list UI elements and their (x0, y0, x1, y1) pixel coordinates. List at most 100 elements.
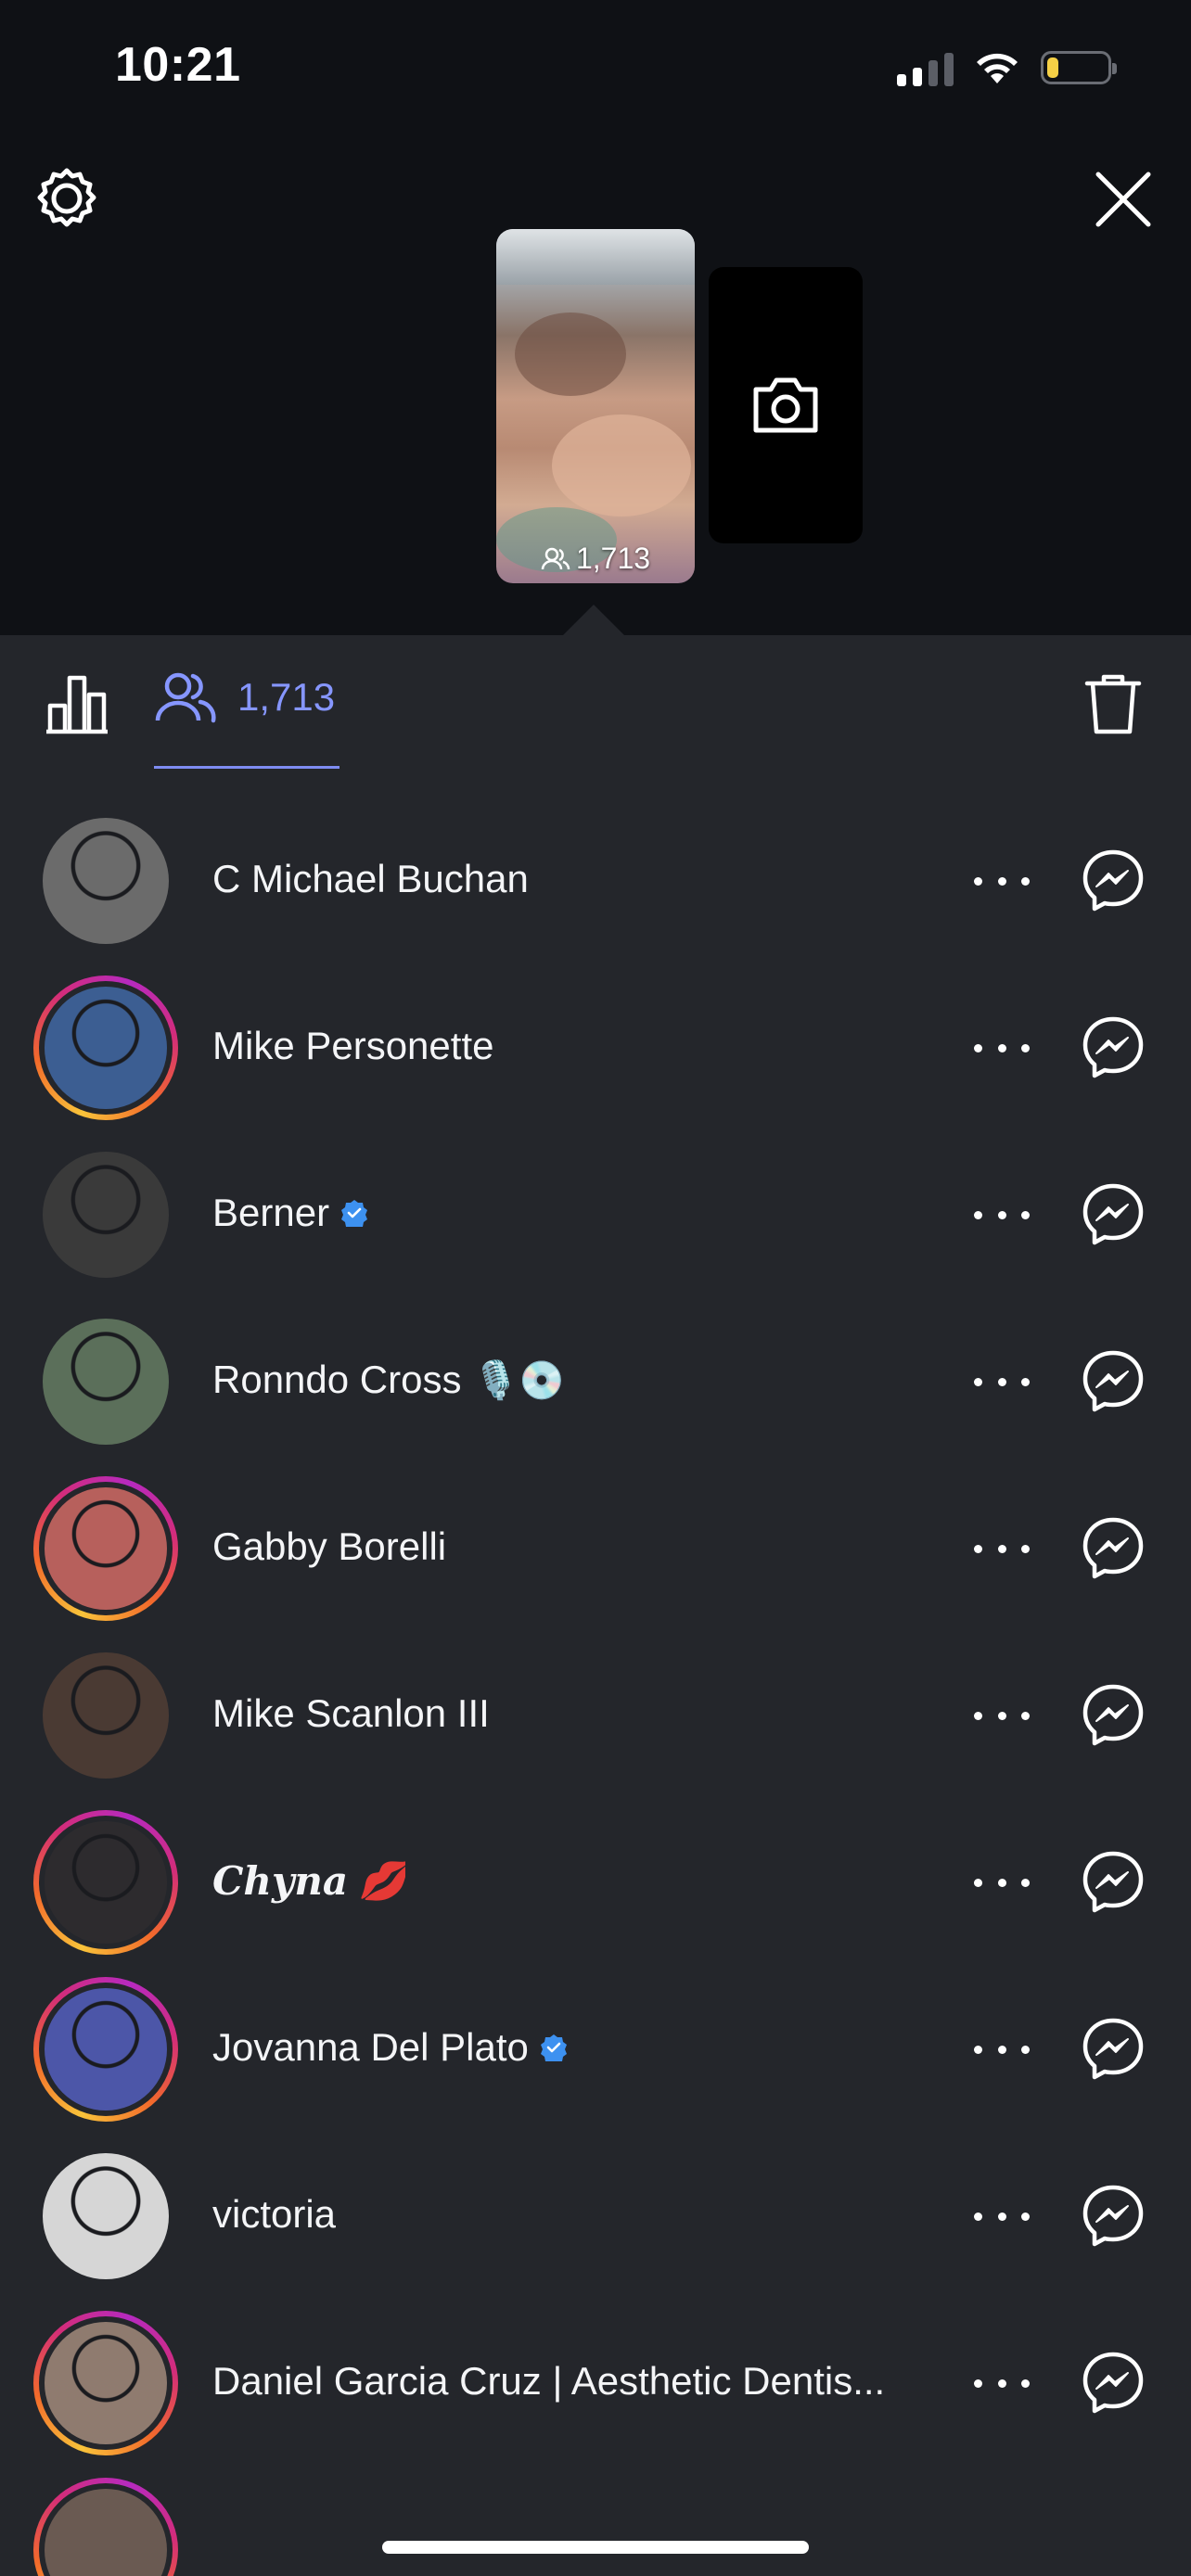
viewer-name[interactable]: Jovanna Del Plato (212, 2025, 568, 2070)
avatar-story-ring[interactable] (33, 1977, 178, 2122)
battery-icon (1041, 51, 1117, 84)
viewers-icon (541, 547, 570, 569)
viewer-tabbar: 1,713 (0, 635, 1191, 770)
more-options-icon[interactable] (974, 2025, 1030, 2073)
viewer-row[interactable]: Daniel Garcia Cruz | Aesthetic Dentis... (0, 2300, 1191, 2467)
viewer-row[interactable]: Ronndo Cross 🎙️💿 (0, 1298, 1191, 1465)
avatar (43, 2153, 169, 2279)
viewer-name-emoji: 💋 (359, 1859, 405, 1903)
avatar-container[interactable] (33, 2144, 178, 2289)
more-options-icon[interactable] (974, 1358, 1030, 1406)
camera-icon (753, 377, 818, 433)
avatar (45, 1487, 167, 1610)
viewer-name[interactable]: Berner (212, 1191, 368, 1235)
status-icons (897, 45, 1117, 91)
viewer-name-text: Mike Personette (212, 1024, 494, 1067)
verified-badge-icon (341, 1200, 368, 1227)
avatar-story-ring (33, 2478, 178, 2576)
viewer-name-text: C Michael Buchan (212, 857, 529, 900)
viewer-name-text: Mike Scanlon III (212, 1691, 490, 1735)
avatar (45, 2322, 167, 2444)
viewer-name[interactable]: Daniel Garcia Cruz | Aesthetic Dentis... (212, 2359, 885, 2404)
avatar-container[interactable] (33, 809, 178, 953)
viewer-name-text: Chyna (212, 1858, 349, 1904)
story-viewer-header: 10:21 1,713 (0, 0, 1191, 636)
send-message-icon[interactable] (1080, 1348, 1146, 1415)
viewer-row[interactable]: Chyna 💋 (0, 1799, 1191, 1966)
viewer-name-text: Jovanna Del Plato (212, 2025, 529, 2069)
viewer-name-emoji: 🎙️💿 (472, 1359, 566, 1401)
viewer-name-text: Gabby Borelli (212, 1524, 447, 1568)
avatar-container[interactable] (33, 1309, 178, 1454)
avatar (43, 1652, 169, 1779)
viewer-name-text: Berner (212, 1191, 330, 1234)
viewers-icon (155, 672, 216, 723)
home-indicator[interactable] (382, 2541, 809, 2554)
avatar-story-ring[interactable] (33, 1476, 178, 1621)
delete-trash-icon[interactable] (1080, 670, 1146, 737)
avatar (43, 1152, 169, 1278)
viewer-name[interactable]: Gabby Borelli (212, 1524, 446, 1569)
viewer-name-text: Daniel Garcia Cruz | Aesthetic Dentis... (212, 2359, 886, 2403)
viewer-row[interactable]: Mike Scanlon III (0, 1632, 1191, 1799)
send-message-icon[interactable] (1080, 1515, 1146, 1582)
viewer-name[interactable]: Mike Personette (212, 1024, 493, 1068)
viewer-name-text: Ronndo Cross (212, 1358, 462, 1401)
list-item-partial-bottom[interactable] (0, 2467, 1191, 2576)
more-options-icon[interactable] (974, 1524, 1030, 1573)
viewer-row[interactable]: Mike Personette (0, 964, 1191, 1131)
viewer-row[interactable]: victoria (0, 2133, 1191, 2300)
tab-viewers[interactable]: 1,713 (154, 670, 335, 724)
send-message-icon[interactable] (1080, 2016, 1146, 2083)
avatar (43, 818, 169, 944)
more-options-icon[interactable] (974, 1024, 1030, 1072)
settings-gear-icon[interactable] (33, 165, 100, 232)
avatar-story-ring[interactable] (33, 2311, 178, 2455)
selected-story-pointer (562, 605, 625, 636)
send-message-icon[interactable] (1080, 2183, 1146, 2250)
avatar (45, 987, 167, 1109)
story-thumbnail[interactable]: 1,713 (496, 229, 695, 583)
send-message-icon[interactable] (1080, 1682, 1146, 1749)
send-message-icon[interactable] (1080, 848, 1146, 914)
viewer-name[interactable]: victoria (212, 2192, 336, 2237)
more-options-icon[interactable] (974, 1691, 1030, 1740)
avatar-story-ring[interactable] (33, 1810, 178, 1955)
active-tab-indicator (154, 766, 339, 769)
more-options-icon[interactable] (974, 1858, 1030, 1906)
viewer-name-text: victoria (212, 2192, 337, 2236)
viewer-name[interactable]: Mike Scanlon III (212, 1691, 490, 1736)
avatar (45, 1821, 167, 1944)
thumbnail-viewer-count: 1,713 (496, 542, 695, 576)
viewer-row[interactable]: Jovanna Del Plato (0, 1966, 1191, 2133)
add-to-story-camera-button[interactable] (709, 267, 863, 543)
viewer-row[interactable]: Gabby Borelli (0, 1465, 1191, 1632)
close-icon[interactable] (1091, 167, 1156, 232)
insights-chart-icon[interactable] (43, 670, 111, 735)
viewer-name[interactable]: C Michael Buchan (212, 857, 529, 901)
avatar (45, 1988, 167, 2111)
send-message-icon[interactable] (1080, 1849, 1146, 1916)
avatar-story-ring[interactable] (33, 976, 178, 1120)
viewer-name[interactable]: Ronndo Cross 🎙️💿 (212, 1358, 565, 1402)
send-message-icon[interactable] (1080, 2350, 1146, 2417)
wifi-icon (977, 53, 1018, 83)
verified-badge-icon (540, 2034, 567, 2061)
avatar-container[interactable] (33, 1142, 178, 1287)
more-options-icon[interactable] (974, 857, 1030, 905)
viewer-row[interactable]: Berner (0, 1131, 1191, 1298)
viewer-row[interactable]: C Michael Buchan (0, 797, 1191, 964)
cellular-signal-icon (897, 49, 954, 86)
more-options-icon[interactable] (974, 2192, 1030, 2240)
tab-viewers-count: 1,713 (237, 675, 336, 719)
avatar-container[interactable] (33, 1643, 178, 1788)
avatar (43, 1319, 169, 1445)
more-options-icon[interactable] (974, 2359, 1030, 2407)
status-time: 10:21 (115, 38, 241, 92)
viewer-name[interactable]: Chyna 💋 (212, 1858, 405, 1904)
send-message-icon[interactable] (1080, 1181, 1146, 1248)
send-message-icon[interactable] (1080, 1014, 1146, 1081)
more-options-icon[interactable] (974, 1191, 1030, 1239)
thumbnail-scene (496, 229, 695, 285)
viewers-sheet: 1,713 C Michael Buchan Mike Personette Ber… (0, 635, 1191, 2576)
